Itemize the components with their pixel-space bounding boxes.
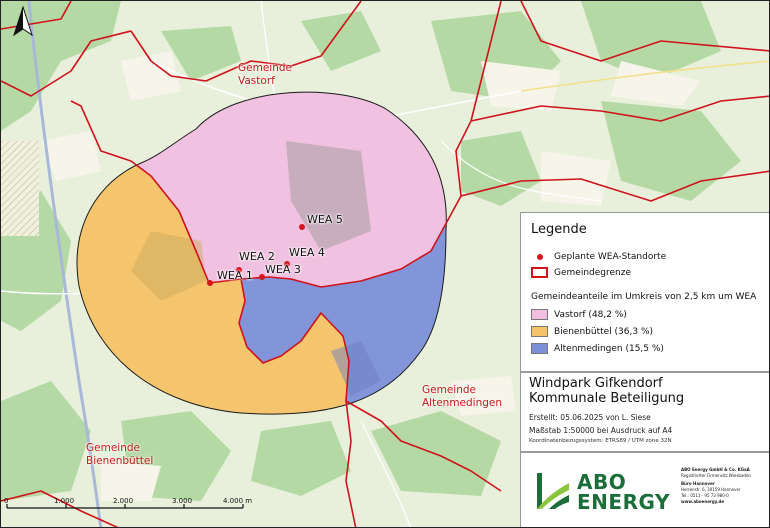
bienenbuettel-swatch	[531, 326, 548, 337]
municipality-label-vastorf: Gemeinde Vastorf	[238, 62, 292, 87]
company-address: ABO Energy GmbH & Co. KGaA Registrierter…	[681, 467, 751, 504]
scale-label-0: 0	[4, 497, 9, 505]
legend-title: Legende	[531, 222, 587, 237]
legend-label-boundary: Gemeindegrenze	[554, 267, 631, 278]
legend-section-title: Gemeindeanteile im Umkreis von 2,5 km um…	[531, 292, 757, 302]
title-block: Windpark Gifkendorf Kommunale Beteiligun…	[520, 372, 769, 452]
scale-info: Maßstab 1:50000 bei Ausdruck auf A4	[529, 426, 673, 435]
crs-info: Koordinatenbezugssystem: ETRS89 / UTM zo…	[529, 438, 672, 444]
legend-label-altenmedingen: Altenmedingen (15,5 %)	[554, 343, 664, 354]
scale-label-2000: 2.000	[113, 497, 134, 505]
altenmedingen-swatch	[531, 343, 548, 354]
scale-label-4000: 4.000 m	[223, 497, 253, 505]
turbine-label-wea2: WEA 2	[239, 250, 275, 263]
municipality-label-bienenbuettel: Gemeinde Bienenbüttel	[86, 442, 154, 467]
legend-item-vastorf: Vastorf (48,2 %)	[531, 309, 627, 320]
logo-wordmark: ABO ENERGY	[577, 470, 670, 514]
legend-item-altenmedingen: Altenmedingen (15,5 %)	[531, 343, 664, 354]
map-layout: WEA 1 WEA 2 WEA 3 WEA 4 WEA 5 Gemeinde Va…	[0, 0, 770, 528]
turbine-marker-wea5[interactable]	[299, 224, 305, 230]
legend-item-boundary: Gemeindegrenze	[531, 267, 631, 278]
turbine-marker-wea1[interactable]	[207, 280, 213, 286]
legend-label-vastorf: Vastorf (48,2 %)	[554, 309, 627, 320]
turbine-point-icon	[537, 254, 543, 260]
vastorf-swatch	[531, 309, 548, 320]
turbine-label-wea5: WEA 5	[307, 213, 343, 226]
scale-label-3000: 3.000	[172, 497, 193, 505]
map-title: Windpark Gifkendorf	[529, 376, 663, 391]
legend-label-turbines: Geplante WEA-Standorte	[554, 252, 667, 262]
legend-label-bienenbuettel: Bienenbüttel (36,3 %)	[554, 326, 654, 337]
map-subtitle: Kommunale Beteiligung	[529, 391, 685, 406]
legend-item-bienenbuettel: Bienenbüttel (36,3 %)	[531, 326, 653, 337]
boundary-swatch	[531, 267, 548, 278]
turbine-label-wea3: WEA 3	[265, 263, 301, 276]
turbine-label-wea1: WEA 1	[217, 269, 253, 282]
protected-area	[1, 141, 39, 236]
turbine-label-wea4: WEA 4	[289, 246, 325, 259]
created-info: Erstellt: 05.06.2025 von L. Siese	[529, 413, 651, 422]
scale-label-1000: 1.000	[54, 497, 75, 505]
logo-block: ABO ENERGY ABO Energy GmbH & Co. KGaA Reg…	[520, 452, 769, 527]
municipality-label-altenmedingen: Gemeinde Altenmedingen	[422, 384, 503, 409]
legend-item-turbines: Geplante WEA-Standorte	[531, 252, 666, 262]
abo-energy-logo-icon	[537, 473, 569, 509]
legend: Legende Geplante WEA-Standorte Gemeindeg…	[520, 212, 769, 372]
